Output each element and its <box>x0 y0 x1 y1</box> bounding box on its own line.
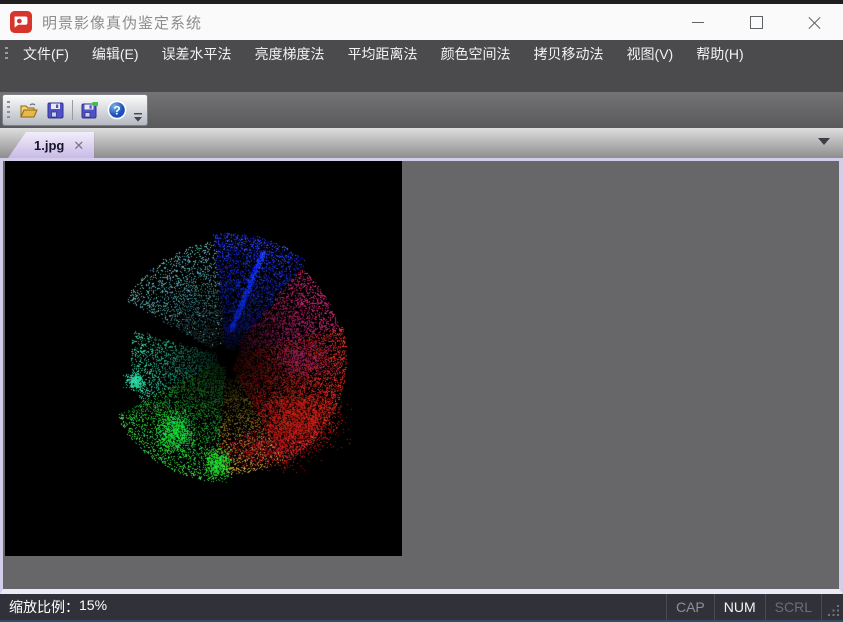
menu-view[interactable]: 视图(V) <box>618 40 683 68</box>
zoom-label: 缩放比例： <box>9 597 79 617</box>
menubar-grip-handle[interactable] <box>5 47 8 62</box>
tab-1jpg[interactable]: 1.jpg ✕ <box>8 132 94 158</box>
menu-band: 文件(F) 编辑(E) 误差水平法 亮度梯度法 平均距离法 颜色空间法 拷贝移动… <box>0 40 843 92</box>
toolbar-dock: ? <box>0 92 843 128</box>
menu-file[interactable]: 文件(F) <box>14 40 78 68</box>
keyboard-indicators: CAP NUM SCRL <box>666 594 843 620</box>
toolbar-overflow-button[interactable] <box>133 113 143 122</box>
tab-list-dropdown-icon[interactable] <box>818 138 830 145</box>
minimize-button[interactable] <box>669 4 727 40</box>
help-icon: ? <box>107 100 127 120</box>
open-folder-icon <box>19 101 38 120</box>
image-view[interactable] <box>5 161 402 556</box>
zoom-value: 15% <box>79 597 107 617</box>
toolbar: ? <box>2 94 148 126</box>
toolbar-separator <box>72 100 73 120</box>
svg-text:?: ? <box>113 103 120 117</box>
menu-edit[interactable]: 编辑(E) <box>83 40 148 68</box>
titlebar: 明景影像真伪鉴定系统 <box>0 4 843 40</box>
document-area <box>0 158 843 594</box>
save-copy-button[interactable] <box>76 97 103 124</box>
window-controls <box>669 4 843 40</box>
menu-color-space[interactable]: 颜色空间法 <box>432 40 520 68</box>
menu-copy-move[interactable]: 拷贝移动法 <box>525 40 613 68</box>
document-tabbar: 1.jpg ✕ <box>0 128 843 158</box>
window-title: 明景影像真伪鉴定系统 <box>42 12 202 33</box>
image-canvas[interactable] <box>5 161 402 556</box>
minimize-icon <box>692 22 704 23</box>
zoom-status: 缩放比例： 15% <box>0 597 107 617</box>
menu-help[interactable]: 帮助(H) <box>687 40 752 68</box>
maximize-icon <box>750 16 763 29</box>
app-window: 明景影像真伪鉴定系统 文件(F) 编辑(E) 误差水平法 亮度梯度法 平均距离法… <box>0 0 843 622</box>
scroll-lock-indicator: SCRL <box>765 594 822 620</box>
menu-luminance-gradient[interactable]: 亮度梯度法 <box>246 40 334 68</box>
save-button[interactable] <box>42 97 69 124</box>
maximize-button[interactable] <box>727 4 785 40</box>
caps-lock-indicator: CAP <box>666 594 714 620</box>
toolbar-grip-handle[interactable] <box>7 101 10 119</box>
help-button[interactable]: ? <box>103 97 130 124</box>
close-icon <box>808 16 821 29</box>
close-button[interactable] <box>785 4 843 40</box>
tab-close-icon[interactable]: ✕ <box>73 139 84 152</box>
save-icon <box>46 101 65 120</box>
menu-average-distance[interactable]: 平均距离法 <box>339 40 427 68</box>
save-copy-icon <box>80 101 99 120</box>
menu-error-level[interactable]: 误差水平法 <box>153 40 241 68</box>
resize-grip-handle[interactable] <box>822 594 843 620</box>
num-lock-indicator: NUM <box>714 594 765 620</box>
app-logo-icon <box>10 11 32 33</box>
resize-grip-icon <box>827 604 840 617</box>
open-file-button[interactable] <box>15 97 42 124</box>
statusbar: 缩放比例： 15% CAP NUM SCRL <box>0 594 843 622</box>
tab-label: 1.jpg <box>34 138 64 153</box>
menubar: 文件(F) 编辑(E) 误差水平法 亮度梯度法 平均距离法 颜色空间法 拷贝移动… <box>0 40 843 68</box>
